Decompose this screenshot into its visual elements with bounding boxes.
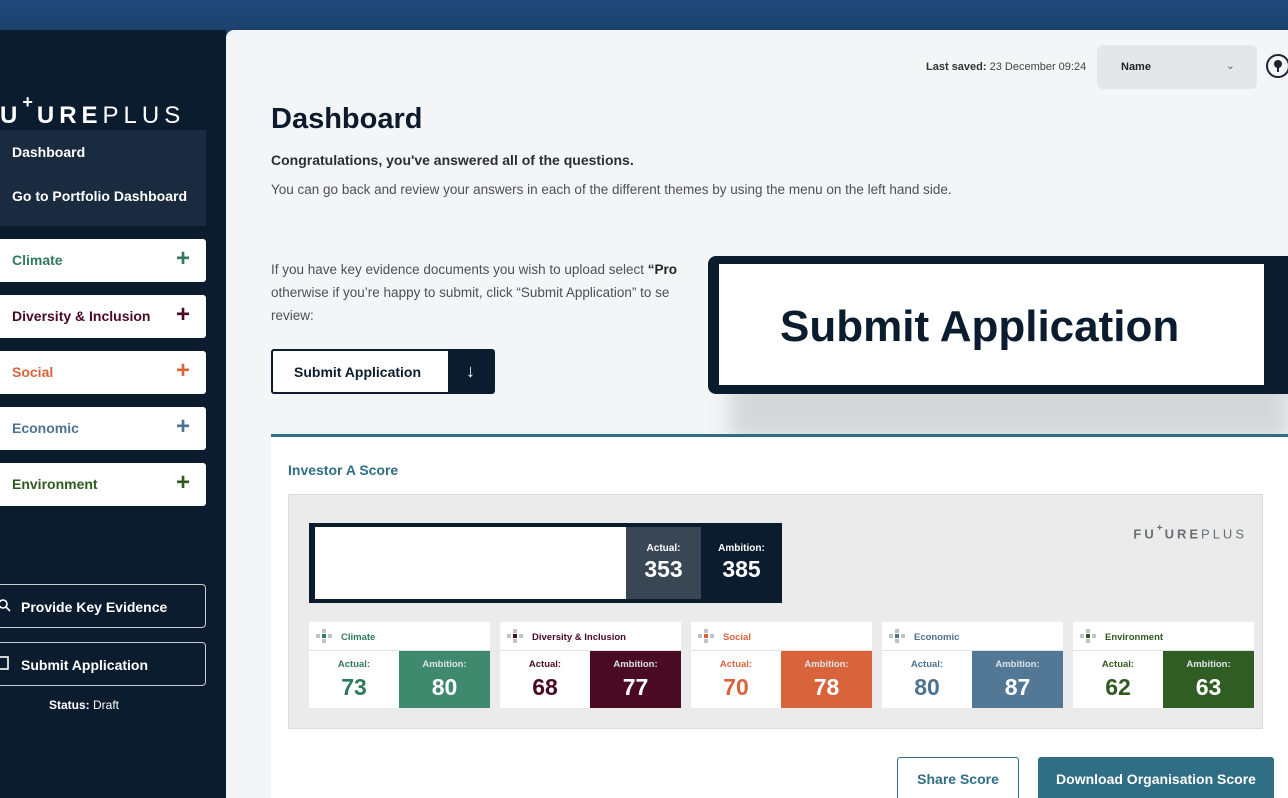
- score-bar-fill: [315, 527, 626, 599]
- main-content: Last saved: 23 December 09:24 Name ⌄ Das…: [226, 30, 1288, 798]
- theme-score-tile: Climate Actual: 73 Ambition: 80: [309, 622, 490, 708]
- last-saved: Last saved: 23 December 09:24: [926, 61, 1087, 73]
- theme-score-tile: Diversity & Inclusion Actual: 68 Ambition: 7…: [500, 622, 681, 708]
- theme-ambition: Ambition: 78: [781, 651, 872, 708]
- sidebar-item-label: Social: [12, 364, 54, 380]
- submit-application-label: Submit Application: [21, 657, 149, 673]
- grid-icon: [1080, 629, 1096, 643]
- nav-dashboard[interactable]: Dashboard: [12, 144, 85, 160]
- theme-score-tile: Social Actual: 70 Ambition: 78: [691, 622, 872, 708]
- arrow-down-icon: ↓: [448, 351, 493, 392]
- theme-name: Climate: [341, 632, 376, 643]
- theme-ambition: Ambition: 87: [972, 651, 1063, 708]
- submit-application-label: Submit Application: [294, 364, 422, 380]
- sidebar-submit-application-button[interactable]: Submit Application: [0, 642, 206, 686]
- theme-ambition: Ambition: 77: [590, 651, 681, 708]
- score-card: Investor A Score Actual: 353 Ambition: 3…: [271, 434, 1288, 798]
- theme-name: Social: [723, 632, 751, 643]
- total-actual: Actual: 353: [626, 527, 701, 599]
- top-band: [0, 0, 1288, 30]
- theme-actual: Actual: 80: [910, 659, 944, 700]
- intro-paragraph: You can go back and review your answers …: [271, 182, 952, 197]
- provide-key-evidence-label: Provide Key Evidence: [21, 599, 168, 615]
- grid-icon: [316, 629, 332, 643]
- theme-ambition: Ambition: 63: [1163, 651, 1254, 708]
- score-panel: Actual: 353 Ambition: 385 FU+ UREPLUS Cli…: [288, 494, 1263, 729]
- sidebar-item-label: Economic: [12, 420, 79, 436]
- theme-name: Environment: [1105, 632, 1164, 643]
- sidebar-item-economic[interactable]: Economic +: [0, 407, 206, 450]
- upload-icon: [0, 599, 11, 612]
- zoomed-submit-callout: Submit Application: [708, 256, 1288, 394]
- sidebar-nav: Dashboard Go to Portfolio Dashboard: [0, 130, 206, 226]
- grid-icon: [889, 629, 905, 643]
- theme-score-tile: Economic Actual: 80 Ambition: 87: [882, 622, 1063, 708]
- status-text: Status: Draft: [49, 698, 120, 712]
- share-score-button[interactable]: Share Score: [897, 757, 1019, 798]
- sidebar-item-social[interactable]: Social +: [0, 351, 206, 394]
- grid-icon: [698, 629, 714, 643]
- theme-score-header: Climate: [309, 622, 490, 651]
- sidebar-item-climate[interactable]: Climate +: [0, 239, 206, 282]
- callout-text: Submit Application: [780, 302, 1180, 351]
- sidebar-item-label: Climate: [12, 252, 63, 268]
- theme-actual: Actual: 73: [337, 659, 371, 700]
- plus-icon[interactable]: +: [176, 415, 190, 439]
- plus-icon[interactable]: +: [176, 471, 190, 495]
- download-organisation-score-button[interactable]: Download Organisation Score: [1038, 757, 1274, 798]
- sidebar-item-diversity-inclusion[interactable]: Diversity & Inclusion +: [0, 295, 206, 338]
- sidebar-item-label: Diversity & Inclusion: [12, 308, 151, 324]
- sidebar-item-label: Environment: [12, 476, 98, 492]
- theme-name: Economic: [914, 632, 960, 643]
- submit-application-button[interactable]: Submit Application ↓: [271, 349, 495, 394]
- score-title: Investor A Score: [288, 462, 399, 478]
- plus-icon[interactable]: +: [176, 247, 190, 271]
- name-dropdown[interactable]: Name ⌄: [1097, 45, 1257, 89]
- plus-icon[interactable]: +: [176, 359, 190, 383]
- page-title: Dashboard: [271, 103, 423, 135]
- plus-icon[interactable]: +: [176, 303, 190, 327]
- status-value: Draft: [93, 698, 120, 712]
- theme-ambition: Ambition: 80: [399, 651, 490, 708]
- grid-icon: [507, 629, 523, 643]
- congrats-heading: Congratulations, you've answered all of …: [271, 152, 634, 168]
- theme-score-header: Environment: [1073, 622, 1254, 651]
- provide-key-evidence-button[interactable]: Provide Key Evidence: [0, 584, 206, 628]
- theme-score-header: Economic: [882, 622, 1063, 651]
- theme-score-header: Diversity & Inclusion: [500, 622, 681, 651]
- theme-actual: Actual: 62: [1101, 659, 1135, 700]
- nav-portfolio-dashboard[interactable]: Go to Portfolio Dashboard: [12, 188, 187, 204]
- chevron-down-icon: ⌄: [1225, 60, 1235, 72]
- total-ambition: Ambition: 385: [718, 543, 765, 582]
- total-score-bar: Actual: 353 Ambition: 385: [309, 523, 782, 603]
- document-icon: [0, 656, 9, 670]
- futureplus-logo[interactable]: U+ UREPLUS: [0, 92, 185, 129]
- lightbulb-icon[interactable]: [1266, 54, 1288, 78]
- name-dropdown-value: Name: [1121, 61, 1151, 73]
- theme-actual: Actual: 68: [528, 659, 562, 700]
- theme-actual: Actual: 70: [719, 659, 753, 700]
- futureplus-logo: FU+ UREPLUS: [1133, 523, 1247, 542]
- theme-score-header: Social: [691, 622, 872, 651]
- sidebar-item-environment[interactable]: Environment +: [0, 463, 206, 506]
- theme-name: Diversity & Inclusion: [532, 632, 626, 643]
- theme-score-tile: Environment Actual: 62 Ambition: 63: [1073, 622, 1254, 708]
